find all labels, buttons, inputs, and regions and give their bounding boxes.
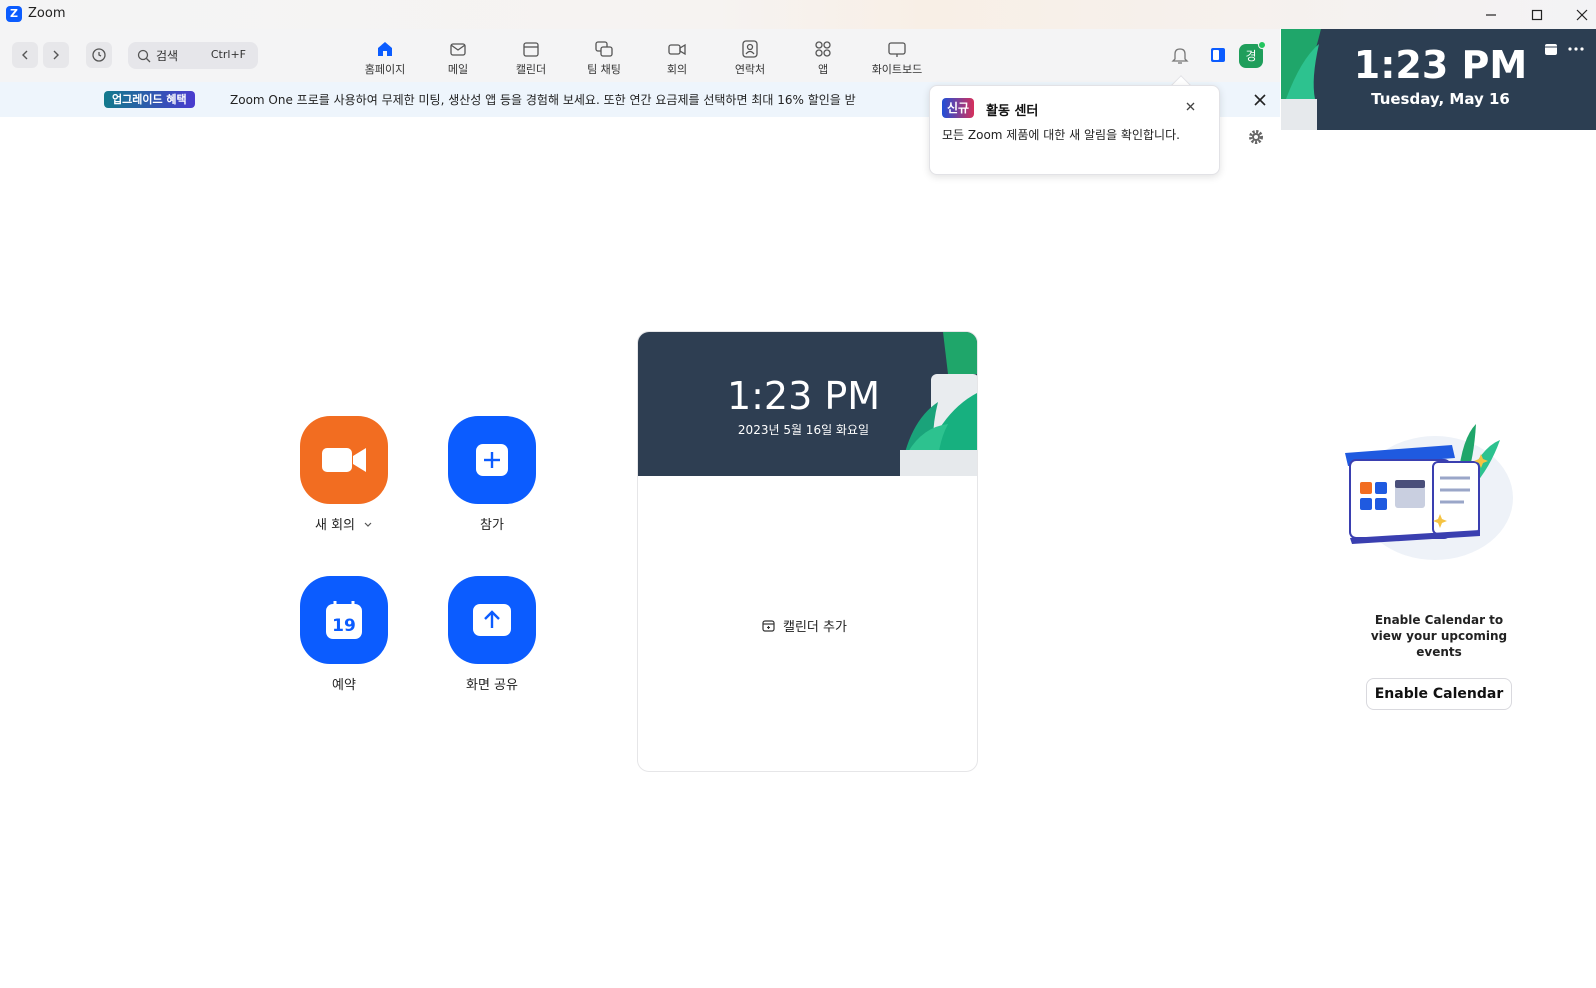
tab-label: 팀 채팅 xyxy=(587,63,621,76)
join-button[interactable]: 참가 xyxy=(448,416,536,533)
tab-label: 캘린더 xyxy=(515,63,547,76)
add-calendar-label: 캘린더 추가 xyxy=(783,620,847,635)
popup-close-button[interactable] xyxy=(1182,98,1198,114)
gear-icon xyxy=(1249,130,1263,144)
bell-icon xyxy=(1171,48,1189,64)
home-icon xyxy=(378,42,392,56)
schedule-tile[interactable]: 19 xyxy=(300,576,388,664)
card-header: 1:23 PM 2023년 5월 16일 화요일 xyxy=(638,332,977,476)
tab-home[interactable]: 홈페이지 xyxy=(350,39,420,79)
popup-body: 모든 Zoom 제품에 대한 새 알림을 확인합니다. xyxy=(942,128,1180,142)
apps-icon xyxy=(815,41,831,57)
team-chat-icon xyxy=(595,41,613,57)
banner-close-button[interactable] xyxy=(1250,90,1270,110)
more-options-icon[interactable] xyxy=(1568,46,1584,52)
tab-whiteboard[interactable]: 화이트보드 xyxy=(856,39,938,79)
tab-label: 앱 xyxy=(817,63,829,76)
chevron-down-icon[interactable] xyxy=(363,521,373,529)
share-screen-label: 화면 공유 xyxy=(466,678,518,693)
presence-dot xyxy=(1258,41,1266,49)
tab-label: 홈페이지 xyxy=(364,63,406,76)
maximize-button[interactable] xyxy=(1514,0,1560,29)
history-icon xyxy=(92,48,106,62)
tab-mail[interactable]: 메일 xyxy=(423,39,493,79)
tab-calendar[interactable]: 캘린더 xyxy=(496,39,566,79)
minimize-button[interactable] xyxy=(1468,0,1514,29)
close-icon xyxy=(1186,102,1194,110)
minimize-icon xyxy=(1486,13,1496,16)
share-screen-button[interactable]: 화면 공유 xyxy=(448,576,536,693)
card-date: 2023년 5월 16일 화요일 xyxy=(737,423,870,437)
new-meeting-button[interactable]: 새 회의 xyxy=(300,416,388,533)
share-arrow-icon xyxy=(473,604,511,636)
new-meeting-tile[interactable] xyxy=(300,416,388,504)
tab-label: 연락처 xyxy=(734,63,766,76)
search-icon xyxy=(137,49,151,63)
history-button[interactable] xyxy=(86,42,112,68)
settings-button[interactable] xyxy=(1247,128,1265,150)
share-screen-tile[interactable] xyxy=(448,576,536,664)
side-panel-date: Tuesday, May 16 xyxy=(1371,90,1510,108)
calendar-icon xyxy=(523,42,539,57)
side-panel-icon xyxy=(1211,48,1225,62)
plus-icon xyxy=(476,444,508,476)
tab-team-chat[interactable]: 팀 채팅 xyxy=(569,39,639,79)
close-window-button[interactable] xyxy=(1559,0,1596,29)
search-input[interactable]: 검색 Ctrl+F xyxy=(128,42,258,69)
tab-label: 화이트보드 xyxy=(871,63,923,76)
enable-calendar-button[interactable]: Enable Calendar xyxy=(1366,678,1512,710)
search-placeholder: 검색 xyxy=(156,49,179,63)
side-panel-toggle[interactable] xyxy=(1208,45,1228,69)
maximize-icon xyxy=(1531,9,1543,20)
popup-title: 활동 센터 xyxy=(986,104,1039,119)
banner-text: Zoom One 프로를 사용하여 무제한 미팅, 생산성 앱 등을 경험해 보… xyxy=(230,93,856,107)
forward-button[interactable] xyxy=(43,42,69,68)
tab-label: 메일 xyxy=(447,63,469,76)
main-toolbar: 검색 Ctrl+F 홈페이지 메일 캘린더 팀 채팅 회의 연락처 앱 화이트보… xyxy=(0,29,1280,82)
contacts-icon xyxy=(742,40,758,58)
new-badge: 신규 xyxy=(942,98,975,118)
schedule-label: 예약 xyxy=(332,678,356,693)
video-camera-icon xyxy=(322,448,366,472)
calendar-add-icon xyxy=(762,620,775,632)
video-icon xyxy=(668,43,686,56)
back-button[interactable] xyxy=(12,42,38,68)
schedule-day: 19 xyxy=(332,616,356,636)
upcoming-meetings-card: 1:23 PM 2023년 5월 16일 화요일 캘린더 추가 xyxy=(637,331,978,772)
add-calendar-button[interactable]: 캘린더 추가 xyxy=(762,616,847,635)
whiteboard-icon xyxy=(888,42,906,57)
search-shortcut: Ctrl+F xyxy=(210,48,246,61)
tab-contacts[interactable]: 연락처 xyxy=(715,39,785,79)
tab-label: 회의 xyxy=(666,63,688,76)
title-bar: Z Zoom xyxy=(0,0,1596,29)
zoom-logo-icon: Z xyxy=(6,6,22,22)
calendar-icon[interactable] xyxy=(1544,42,1558,56)
card-time: 1:23 PM xyxy=(726,374,881,418)
tab-apps[interactable]: 앱 xyxy=(788,39,858,79)
calendar-illustration xyxy=(1345,424,1513,560)
chevron-left-icon xyxy=(22,50,28,60)
tab-meetings[interactable]: 회의 xyxy=(642,39,712,79)
close-icon xyxy=(1576,9,1588,20)
upgrade-badge[interactable]: 업그레이드 혜택 xyxy=(104,91,195,108)
join-tile[interactable] xyxy=(448,416,536,504)
schedule-button[interactable]: 19 예약 xyxy=(300,576,388,693)
activity-center-popup: 신규 활동 센터 모든 Zoom 제품에 대한 새 알림을 확인합니다. xyxy=(929,85,1220,175)
close-icon xyxy=(1254,94,1266,106)
chevron-right-icon xyxy=(53,50,59,60)
enable-calendar-text: Enable Calendar to view your upcoming ev… xyxy=(1370,613,1508,659)
notifications-button[interactable] xyxy=(1170,45,1190,69)
window-title: Zoom xyxy=(28,6,66,21)
new-meeting-label: 새 회의 xyxy=(314,518,355,533)
mail-icon xyxy=(450,43,466,56)
side-panel-header: 1:23 PM Tuesday, May 16 xyxy=(1281,29,1596,130)
join-label: 참가 xyxy=(480,518,504,533)
